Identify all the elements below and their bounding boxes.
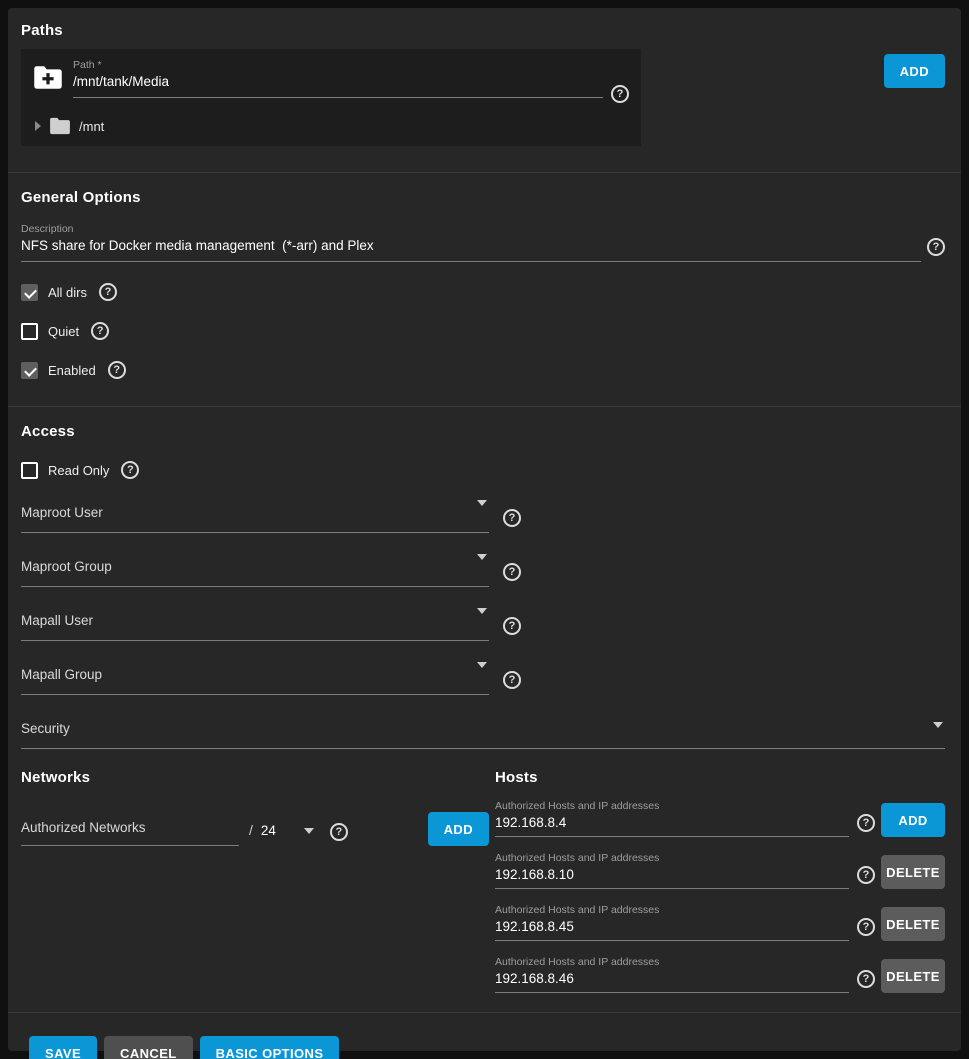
host-delete-button[interactable]: DELETE [881, 959, 945, 993]
network-add-button[interactable]: ADD [428, 812, 489, 846]
cidr-separator: / [249, 822, 253, 838]
security-select[interactable]: Security [21, 716, 945, 749]
chevron-down-icon [477, 554, 487, 560]
nfs-share-form-page: Paths Path * /mnt/tank/Media [0, 0, 969, 1059]
description-value: NFS share for Docker media management (*… [21, 238, 921, 261]
authorized-networks-input[interactable]: Authorized Networks [21, 819, 239, 846]
quiet-checkbox[interactable] [21, 323, 38, 340]
nfs-share-form-panel: Paths Path * /mnt/tank/Media [8, 8, 961, 1051]
maproot-group-help-icon[interactable]: ? [503, 563, 521, 581]
all-dirs-row: All dirs ? [21, 283, 945, 301]
paths-section: Paths Path * /mnt/tank/Media [21, 22, 945, 146]
mapall-group-select[interactable]: Mapall Group [21, 662, 489, 695]
authorized-network-row: Authorized Networks / 24 ? ADD [21, 812, 489, 846]
access-section-title: Access [21, 423, 945, 440]
maproot-group-row: Maproot Group ? [21, 554, 945, 587]
mapall-user-select[interactable]: Mapall User [21, 608, 489, 641]
description-input[interactable]: Description NFS share for Docker media m… [21, 223, 921, 262]
tree-node-mnt[interactable]: /mnt [35, 117, 629, 135]
quiet-help-icon[interactable]: ? [91, 322, 109, 340]
maproot-user-help-icon[interactable]: ? [503, 509, 521, 527]
mapall-group-help-icon[interactable]: ? [503, 671, 521, 689]
hosts-section: Hosts Authorized Hosts and IP addresses … [495, 769, 945, 1008]
maproot-group-select[interactable]: Maproot Group [21, 554, 489, 587]
host-row: Authorized Hosts and IP addresses 192.16… [495, 800, 945, 837]
chevron-down-icon [477, 500, 487, 506]
path-help-icon[interactable]: ? [611, 85, 629, 103]
general-options-section: General Options Description NFS share fo… [21, 189, 945, 406]
chevron-down-icon [933, 722, 943, 728]
host-input[interactable]: Authorized Hosts and IP addresses 192.16… [495, 904, 849, 941]
section-divider [8, 172, 961, 173]
read-only-row: Read Only ? [21, 461, 945, 479]
mapall-group-row: Mapall Group ? [21, 662, 945, 695]
security-row: Security [21, 716, 945, 749]
host-help-icon[interactable]: ? [857, 918, 875, 936]
host-input[interactable]: Authorized Hosts and IP addresses 192.16… [495, 852, 849, 889]
all-dirs-checkbox[interactable] [21, 284, 38, 301]
host-row: Authorized Hosts and IP addresses 192.16… [495, 904, 945, 941]
host-delete-button[interactable]: DELETE [881, 855, 945, 889]
host-help-icon[interactable]: ? [857, 814, 875, 832]
path-input-label: Path * [73, 59, 603, 71]
hosts-section-title: Hosts [495, 769, 945, 786]
paths-section-title: Paths [21, 22, 945, 39]
chevron-down-icon[interactable] [304, 828, 314, 834]
host-input[interactable]: Authorized Hosts and IP addresses 192.16… [495, 800, 849, 837]
network-help-icon[interactable]: ? [330, 823, 348, 841]
chevron-down-icon [477, 608, 487, 614]
mapall-user-help-icon[interactable]: ? [503, 617, 521, 635]
maproot-user-row: Maproot User ? [21, 500, 945, 533]
networks-section: Networks Authorized Networks / 24 ? ADD [21, 769, 495, 1008]
description-label: Description [21, 223, 921, 235]
networks-section-title: Networks [21, 769, 489, 786]
host-help-icon[interactable]: ? [857, 970, 875, 988]
path-input-value: /mnt/tank/Media [73, 74, 603, 97]
enabled-row: Enabled ? [21, 361, 945, 379]
section-divider [8, 406, 961, 407]
read-only-help-icon[interactable]: ? [121, 461, 139, 479]
description-help-icon[interactable]: ? [927, 238, 945, 256]
all-dirs-label: All dirs [48, 285, 87, 300]
paths-add-button[interactable]: ADD [884, 54, 945, 88]
cidr-prefix-select[interactable]: 24 [261, 823, 276, 838]
all-dirs-help-icon[interactable]: ? [99, 283, 117, 301]
enabled-label: Enabled [48, 363, 96, 378]
enabled-help-icon[interactable]: ? [108, 361, 126, 379]
host-delete-button[interactable]: DELETE [881, 907, 945, 941]
host-add-button[interactable]: ADD [881, 803, 945, 837]
general-options-title: General Options [21, 189, 945, 206]
maproot-user-select[interactable]: Maproot User [21, 500, 489, 533]
path-explorer-card: Path * /mnt/tank/Media ? /mnt [21, 49, 641, 146]
tree-node-label: /mnt [79, 119, 104, 134]
enabled-checkbox[interactable] [21, 362, 38, 379]
expand-arrow-icon[interactable] [35, 121, 41, 131]
cancel-button[interactable]: CANCEL [104, 1036, 193, 1059]
host-help-icon[interactable]: ? [857, 866, 875, 884]
host-row: Authorized Hosts and IP addresses 192.16… [495, 852, 945, 889]
quiet-row: Quiet ? [21, 322, 945, 340]
access-section: Access Read Only ? Maproot User ? Maproo… [21, 423, 945, 753]
host-input[interactable]: Authorized Hosts and IP addresses 192.16… [495, 956, 849, 993]
path-input[interactable]: Path * /mnt/tank/Media [73, 59, 603, 98]
read-only-checkbox[interactable] [21, 462, 38, 479]
folder-icon [49, 117, 71, 135]
footer-actions: SAVE CANCEL BASIC OPTIONS [21, 1013, 945, 1059]
host-row: Authorized Hosts and IP addresses 192.16… [495, 956, 945, 993]
read-only-label: Read Only [48, 463, 109, 478]
save-button[interactable]: SAVE [29, 1036, 97, 1059]
basic-options-button[interactable]: BASIC OPTIONS [200, 1036, 340, 1059]
chevron-down-icon [477, 662, 487, 668]
mapall-user-row: Mapall User ? [21, 608, 945, 641]
folder-add-icon[interactable] [33, 65, 63, 95]
quiet-label: Quiet [48, 324, 79, 339]
